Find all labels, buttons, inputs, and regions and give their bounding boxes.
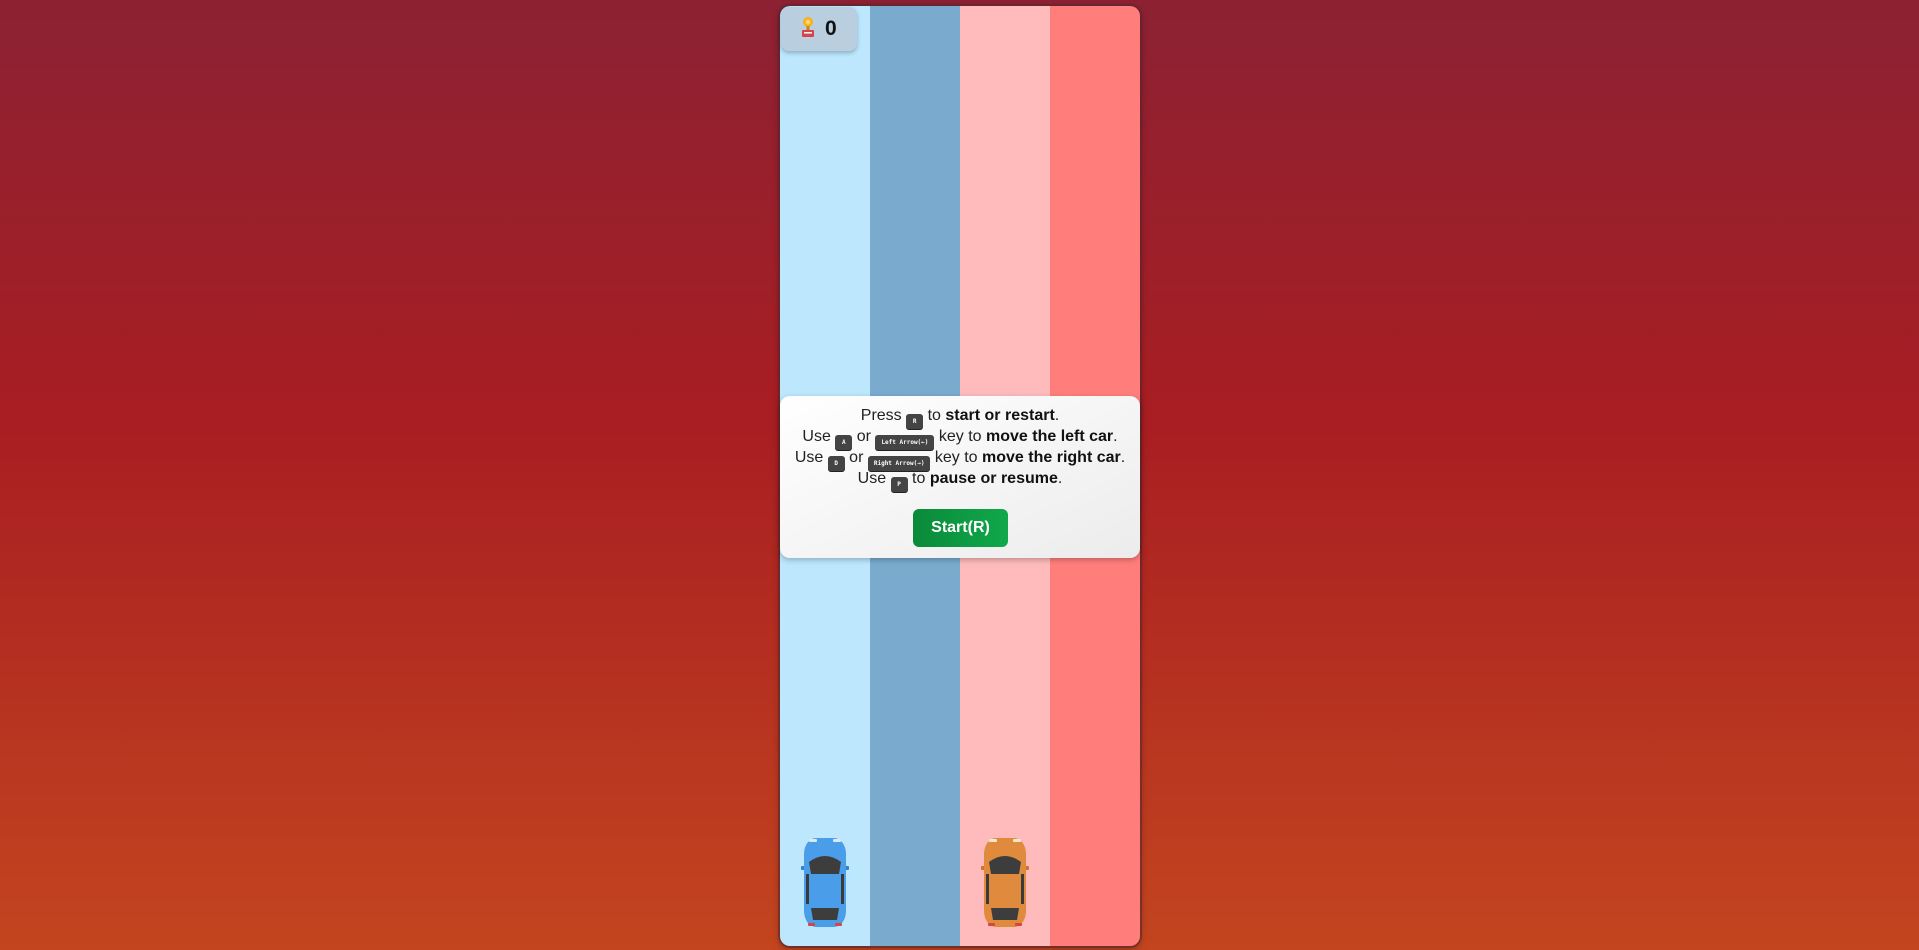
score-panel: 0 xyxy=(781,7,857,51)
instruction-right-car: Use D or Right Arrow(→) key to move the … xyxy=(780,447,1140,471)
instructions-dialog: Press R to start or restart. Use A or Le… xyxy=(780,396,1140,558)
key-p: P xyxy=(890,477,908,492)
key-d: D xyxy=(827,456,845,471)
instruction-left-car: Use A or Left Arrow(←) key to move the l… xyxy=(780,426,1140,450)
left-car xyxy=(801,836,849,929)
trophy-icon xyxy=(799,16,817,43)
score-value: 0 xyxy=(825,17,837,40)
start-button[interactable]: Start(R) xyxy=(913,509,1008,547)
instruction-pause: Use P to pause or resume. xyxy=(780,468,1140,492)
right-car xyxy=(981,836,1029,929)
instruction-start: Press R to start or restart. xyxy=(780,405,1140,429)
